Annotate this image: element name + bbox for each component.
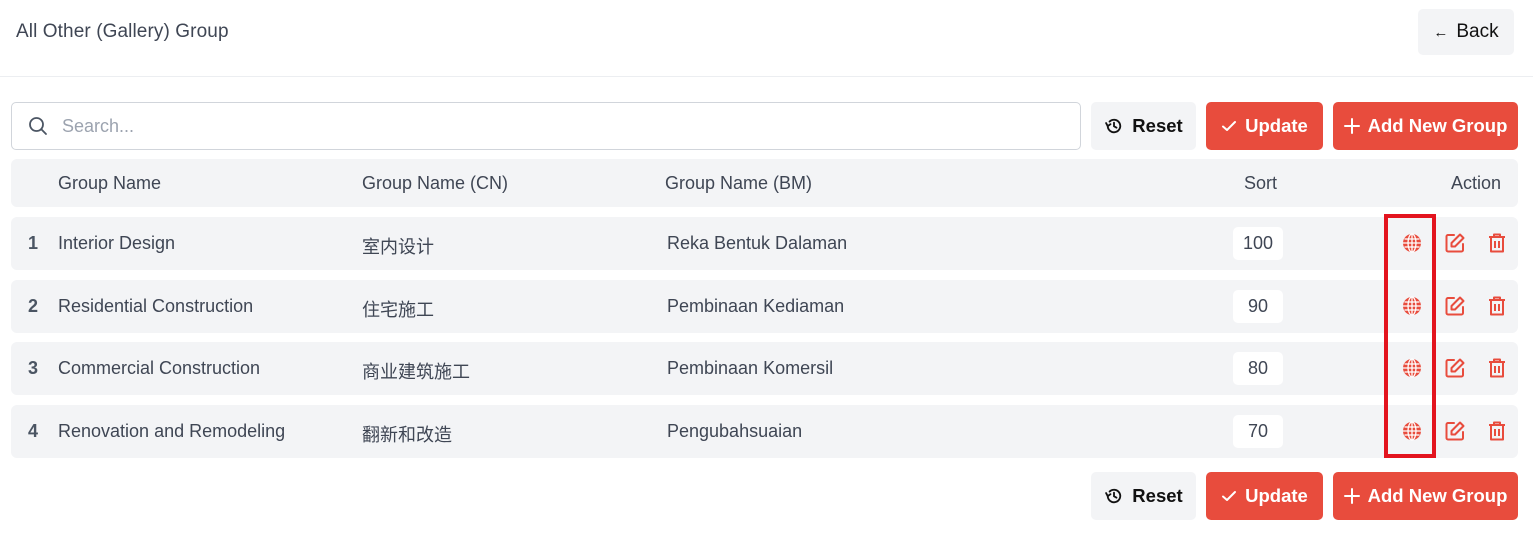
table-row: 4 Renovation and Remodeling 翻新和改造 Pengub… <box>11 405 1518 458</box>
edit-icon[interactable] <box>1444 232 1466 254</box>
column-header-group-name-cn[interactable]: Group Name (CN) <box>362 173 508 194</box>
update-label: Update <box>1245 115 1308 136</box>
group-name-bm: Pembinaan Kediaman <box>667 296 845 316</box>
back-label: Back <box>1456 21 1499 42</box>
update-button[interactable]: Update <box>1206 102 1323 150</box>
reset-label: Reset <box>1132 115 1183 136</box>
group-name-cn: 住宅施工 <box>362 300 434 320</box>
edit-icon[interactable] <box>1444 295 1466 317</box>
sort-input[interactable]: 70 <box>1233 415 1283 448</box>
search-input[interactable] <box>62 115 1022 137</box>
sort-input[interactable]: 90 <box>1233 290 1283 323</box>
table-row: 3 Commercial Construction 商业建筑施工 Pembina… <box>11 342 1518 395</box>
plus-icon <box>1343 488 1360 504</box>
page-header: All Other (Gallery) Group ← Back <box>0 0 1533 77</box>
update-label: Update <box>1245 485 1308 506</box>
reset-label: Reset <box>1132 485 1183 506</box>
table-row: 2 Residential Construction 住宅施工 Pembinaa… <box>11 280 1518 333</box>
group-name: Residential Construction <box>58 296 254 316</box>
back-button[interactable]: ← Back <box>1418 9 1514 55</box>
update-button-bottom[interactable]: Update <box>1206 472 1323 520</box>
arrow-left-icon: ← <box>1433 23 1449 41</box>
search-field[interactable] <box>11 102 1081 150</box>
search-icon <box>29 117 47 135</box>
group-name: Commercial Construction <box>58 358 261 378</box>
globe-icon[interactable] <box>1401 295 1423 317</box>
history-icon <box>1105 488 1122 504</box>
add-new-group-button-bottom[interactable]: Add New Group <box>1333 472 1518 520</box>
history-icon <box>1105 118 1122 134</box>
add-label: Add New Group <box>1367 115 1508 136</box>
group-name-cn: 室内设计 <box>362 237 434 257</box>
group-name-bm: Reka Bentuk Dalaman <box>667 233 848 253</box>
column-header-group-name-bm[interactable]: Group Name (BM) <box>665 173 812 194</box>
group-name-cn: 商业建筑施工 <box>362 362 470 382</box>
globe-icon[interactable] <box>1401 357 1423 379</box>
trash-icon[interactable] <box>1486 232 1508 254</box>
trash-icon[interactable] <box>1486 357 1508 379</box>
add-label: Add New Group <box>1367 485 1508 506</box>
column-header-action: Action <box>1451 173 1502 193</box>
globe-icon[interactable] <box>1401 420 1423 442</box>
plus-icon <box>1343 118 1360 134</box>
group-name-cn: 翻新和改造 <box>362 425 452 445</box>
row-index: 3 <box>28 358 39 378</box>
edit-icon[interactable] <box>1444 357 1466 379</box>
group-name: Interior Design <box>58 233 176 253</box>
check-icon <box>1222 121 1237 131</box>
column-header-group-name[interactable]: Group Name <box>58 173 161 194</box>
group-name-bm: Pembinaan Komersil <box>667 358 834 378</box>
sort-input[interactable]: 80 <box>1233 352 1283 385</box>
row-index: 1 <box>28 233 39 253</box>
group-name-bm: Pengubahsuaian <box>667 421 803 441</box>
table-header: Group Name Group Name (CN) Group Name (B… <box>11 159 1518 207</box>
row-index: 4 <box>28 421 39 441</box>
row-index: 2 <box>28 296 39 316</box>
page-title: All Other (Gallery) Group <box>16 21 229 42</box>
sort-input[interactable]: 100 <box>1233 227 1283 260</box>
table-row: 1 Interior Design 室内设计 Reka Bentuk Dalam… <box>11 217 1518 270</box>
add-new-group-button[interactable]: Add New Group <box>1333 102 1518 150</box>
edit-icon[interactable] <box>1444 420 1466 442</box>
column-header-sort[interactable]: Sort <box>1244 173 1277 194</box>
group-name: Renovation and Remodeling <box>58 421 286 441</box>
check-icon <box>1222 491 1237 501</box>
trash-icon[interactable] <box>1486 295 1508 317</box>
reset-button-bottom[interactable]: Reset <box>1091 472 1196 520</box>
trash-icon[interactable] <box>1486 420 1508 442</box>
reset-button[interactable]: Reset <box>1091 102 1196 150</box>
globe-icon[interactable] <box>1401 232 1423 254</box>
